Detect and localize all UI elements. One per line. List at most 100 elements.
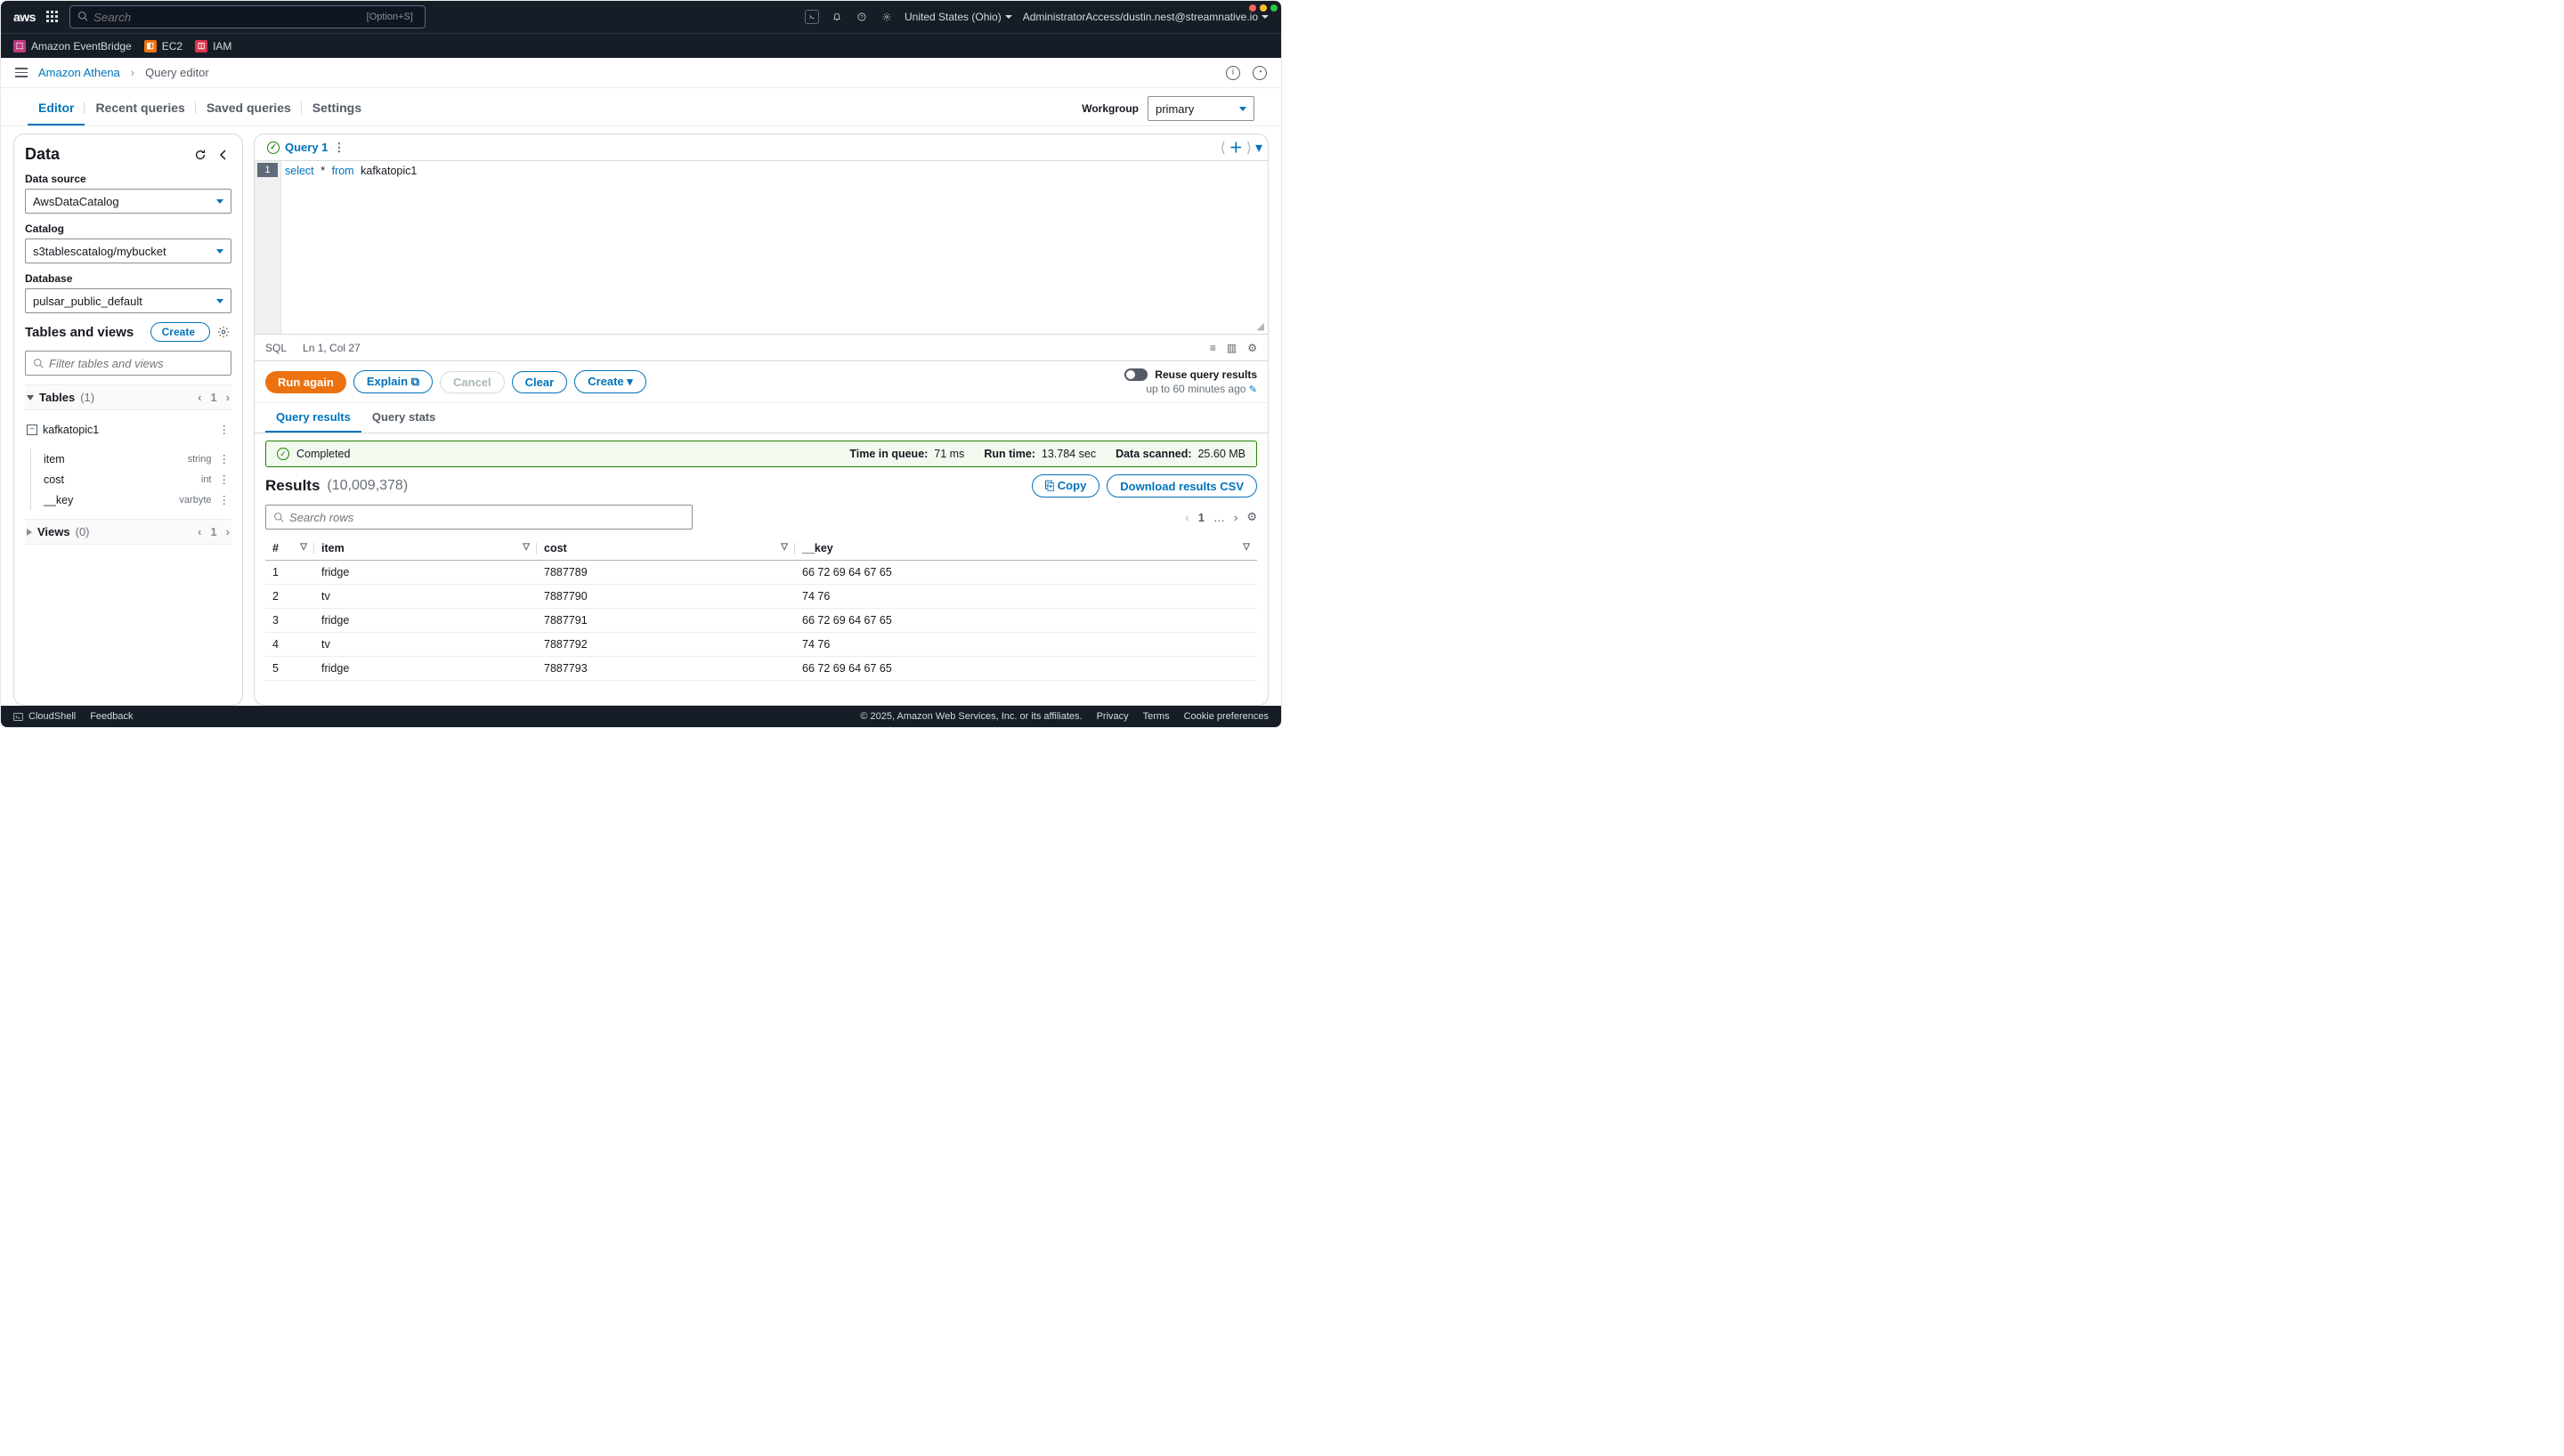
feedback-link[interactable]: Feedback [90,711,133,722]
refresh-button[interactable] [192,147,208,163]
create-table-button[interactable]: Create [150,322,210,342]
column-menu-icon[interactable]: ⋮ [219,493,231,506]
prev-page-icon[interactable]: ‹ [198,525,201,538]
results-more-pages: … [1213,511,1225,524]
catalog-select[interactable]: s3tablescatalog/mybucket [25,239,231,263]
sidebar-title: Data [25,145,60,164]
table-menu-icon[interactable]: ⋮ [219,423,231,436]
column-node[interactable]: item string⋮ [42,449,231,469]
views-header[interactable]: Views (0) ‹ 1 › [25,519,231,545]
info-icon[interactable]: i [1226,66,1240,80]
sort-icon[interactable]: ▽ [523,542,530,552]
database-select[interactable]: pulsar_public_default [25,288,231,313]
query-tab-1[interactable]: ✓ Query 1 ⋮ [260,136,352,159]
next-page-icon[interactable]: › [226,525,230,538]
terms-link[interactable]: Terms [1143,711,1170,722]
query-tab-menu-icon[interactable]: ⋮ [333,141,345,155]
download-csv-button[interactable]: Download results CSV [1107,474,1257,497]
workgroup-select[interactable]: primary [1148,96,1254,121]
queue-time-label: Time in queue: [849,448,928,460]
resize-handle-icon[interactable]: ◢ [1257,320,1264,332]
col-cost[interactable]: cost▽ [537,537,795,561]
copy-results-button[interactable]: ⎘ Copy [1032,474,1100,497]
tab-query-results[interactable]: Query results [265,403,361,433]
cursor-position: Ln 1, Col 27 [303,342,361,354]
copyright-text: © 2025, Amazon Web Services, Inc. or its… [860,711,1082,722]
col-index[interactable]: #▽ [265,537,314,561]
region-selector[interactable]: United States (Ohio) [905,11,1012,23]
notifications-icon[interactable] [830,10,844,24]
results-next-page[interactable]: › [1234,511,1237,524]
table-row[interactable]: 2tv788779074 76 [265,585,1257,609]
aws-logo[interactable]: aws [13,10,36,24]
tab-settings[interactable]: Settings [302,92,372,125]
search-shortcut-hint: [Option+S] [362,10,418,24]
explain-button[interactable]: Explain ⧉ [353,370,433,393]
breadcrumb-service[interactable]: Amazon Athena [38,66,120,79]
table-row[interactable]: 1fridge788778966 72 69 64 67 65 [265,561,1257,585]
clear-button[interactable]: Clear [512,371,568,393]
diagnostics-icon[interactable]: ◔ [1253,66,1267,80]
prev-page-icon[interactable]: ‹ [198,391,201,404]
results-search[interactable] [265,505,693,530]
column-menu-icon[interactable]: ⋮ [219,473,231,486]
table-row[interactable]: 3fridge788779166 72 69 64 67 65 [265,609,1257,633]
edit-reuse-icon[interactable]: ✎ [1249,384,1257,395]
run-time-label: Run time: [984,448,1035,460]
privacy-link[interactable]: Privacy [1097,711,1129,722]
results-prev-page[interactable]: ‹ [1185,511,1189,524]
help-icon[interactable]: ? [855,10,869,24]
col-key[interactable]: __key▽ [795,537,1257,561]
sort-icon[interactable]: ▽ [300,542,307,552]
next-page-icon[interactable]: › [226,391,230,404]
editor-settings-icon[interactable]: ⚙ [1247,342,1257,354]
sort-icon[interactable]: ▽ [781,542,788,552]
collapse-sidebar-button[interactable] [215,147,231,163]
tab-recent-queries[interactable]: Recent queries [85,92,195,125]
col-item[interactable]: item▽ [314,537,537,561]
tables-filter[interactable] [25,351,231,376]
tab-query-stats[interactable]: Query stats [361,403,447,433]
tab-editor[interactable]: Editor [28,92,85,125]
cancel-button: Cancel [440,371,505,393]
ec2-icon: ◧ [144,40,157,53]
side-nav-toggle[interactable] [15,68,28,77]
collapse-icon[interactable]: − [27,425,37,435]
run-button[interactable]: Run again [265,371,346,393]
data-source-select[interactable]: AwsDataCatalog [25,189,231,214]
create-button[interactable]: Create ▾ [574,370,646,393]
cloudshell-link[interactable]: CloudShell [13,711,76,722]
copy-icon: ⎘ [1045,479,1058,492]
tabs-overflow-caret[interactable]: ▾ [1255,139,1262,157]
run-time-value: 13.784 sec [1042,448,1096,460]
layout-icon[interactable]: ▥ [1227,342,1237,354]
tables-settings-icon[interactable] [215,324,231,340]
cookie-prefs-link[interactable]: Cookie preferences [1184,711,1269,722]
results-search-input[interactable] [289,511,685,524]
sql-editor[interactable]: 1 select * from kafkatopic1 ◢ [255,161,1268,335]
new-query-button[interactable]: ＋ [1229,138,1243,157]
settings-icon[interactable] [880,10,894,24]
sort-icon[interactable]: ▽ [1243,542,1250,552]
column-node[interactable]: cost int⋮ [42,469,231,489]
account-menu[interactable]: AdministratorAccess/dustin.nest@streamna… [1023,11,1269,23]
search-input[interactable] [88,11,362,24]
table-row[interactable]: 4tv788779274 76 [265,633,1257,657]
favorite-ec2[interactable]: ◧ EC2 [144,40,183,53]
table-node[interactable]: − kafkatopic1 ⋮ [25,419,231,440]
tables-filter-input[interactable] [49,357,223,370]
reuse-toggle[interactable] [1124,368,1148,381]
global-search[interactable]: [Option+S] [69,5,426,28]
column-menu-icon[interactable]: ⋮ [219,452,231,465]
column-node[interactable]: __key varbyte⋮ [42,489,231,510]
favorite-eventbridge[interactable]: ⬚ Amazon EventBridge [13,40,132,53]
favorite-iam[interactable]: ◫ IAM [195,40,231,53]
favorite-label: Amazon EventBridge [31,40,132,53]
table-row[interactable]: 5fridge788779366 72 69 64 67 65 [265,657,1257,681]
cloudshell-icon[interactable] [805,10,819,24]
format-icon[interactable]: ≡ [1210,342,1216,354]
services-grid-icon[interactable] [46,11,59,23]
tables-header[interactable]: Tables (1) ‹ 1 › [25,384,231,410]
tab-saved-queries[interactable]: Saved queries [196,92,302,125]
results-settings-icon[interactable]: ⚙ [1246,510,1257,524]
